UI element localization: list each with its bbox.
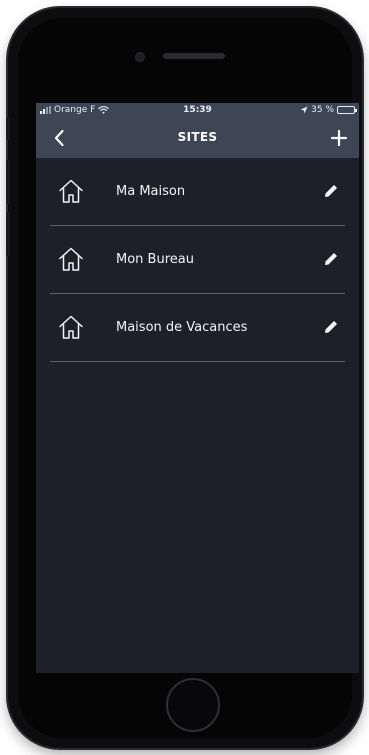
status-bar: Orange F 15:39 35 % xyxy=(36,103,359,118)
status-right: 35 % xyxy=(300,105,357,115)
house-icon xyxy=(59,315,83,339)
site-name: Mon Bureau xyxy=(116,252,194,267)
location-arrow-icon xyxy=(300,106,308,114)
app-screen: Orange F 15:39 35 % SITES Ma Maison Mon … xyxy=(36,103,359,673)
site-name: Ma Maison xyxy=(116,184,186,199)
mute-switch xyxy=(6,118,10,140)
plus-icon[interactable] xyxy=(329,128,349,148)
house-icon xyxy=(59,179,83,203)
volume-up-button xyxy=(6,160,10,204)
volume-down-button xyxy=(6,212,10,256)
page-title: SITES xyxy=(177,130,218,144)
pencil-icon[interactable] xyxy=(323,183,339,199)
site-list-item[interactable]: Maison de Vacances xyxy=(50,294,345,362)
battery-icon xyxy=(337,106,357,114)
navigation-bar: SITES xyxy=(36,118,359,158)
home-button[interactable] xyxy=(166,678,220,732)
site-list-item[interactable]: Mon Bureau xyxy=(50,226,345,294)
site-list-item[interactable]: Ma Maison xyxy=(50,158,345,226)
pencil-icon[interactable] xyxy=(323,319,339,335)
pencil-icon[interactable] xyxy=(323,251,339,267)
battery-percent: 35 % xyxy=(311,105,334,115)
earpiece-speaker xyxy=(163,53,225,59)
sites-list: Ma Maison Mon Bureau Maison de Vacances xyxy=(36,158,359,362)
front-camera xyxy=(135,52,145,62)
house-icon xyxy=(59,247,83,271)
site-name: Maison de Vacances xyxy=(116,320,248,335)
